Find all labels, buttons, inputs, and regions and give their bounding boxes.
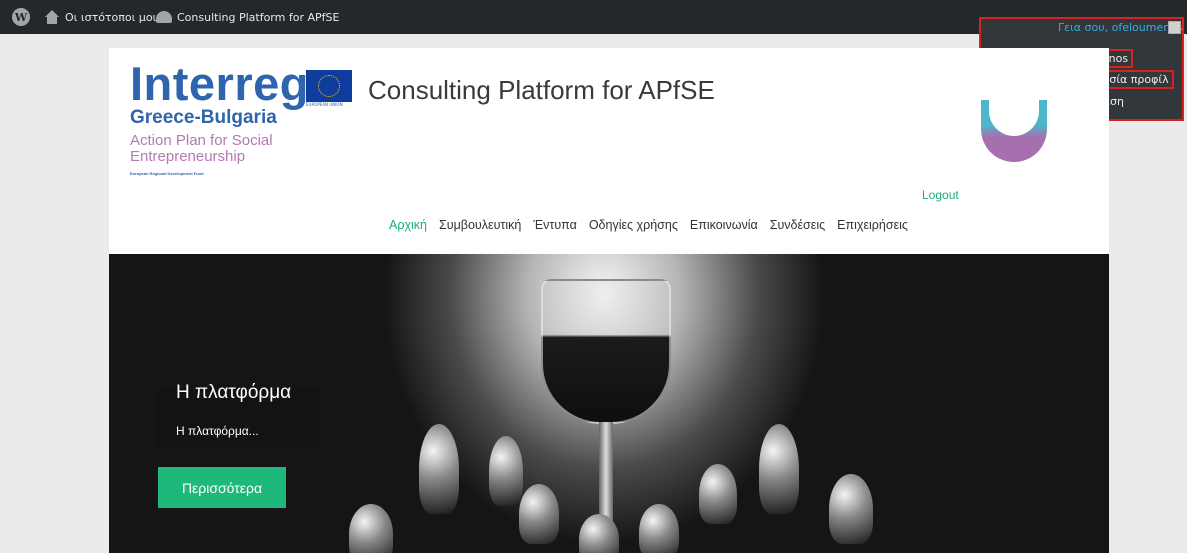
wordpress-logo-icon: W <box>12 8 30 26</box>
nav-item-forms[interactable]: Έντυπα <box>533 218 577 232</box>
site-name-label: Consulting Platform for APfSE <box>177 10 340 24</box>
chess-piece <box>489 436 523 506</box>
nav-item-consulting[interactable]: Συμβουλευτική <box>439 218 521 232</box>
interreg-logo-text: Interreg <box>130 57 309 110</box>
nav-item-instructions[interactable]: Οδηγίες χρήσης <box>589 218 678 232</box>
chess-piece <box>699 464 737 524</box>
my-sites-icon <box>44 10 60 24</box>
interreg-logo[interactable]: Interreg <box>130 56 309 111</box>
dashboard-icon <box>156 11 172 23</box>
main-navigation: Αρχική Συμβουλευτική Έντυπα Οδηγίες χρήσ… <box>389 218 908 232</box>
user-avatar-small-icon[interactable] <box>1168 21 1181 34</box>
site-container: Interreg EUROPEAN UNION Greece-Bulgaria … <box>109 48 1109 553</box>
hero-subtitle: Η πλατφόρμα... <box>176 424 259 438</box>
chess-piece <box>639 504 679 553</box>
hero-title: Η πλατφόρμα <box>176 382 292 403</box>
nav-item-home[interactable]: Αρχική <box>389 218 427 232</box>
howdy-user-link[interactable]: Γεια σου, ofeloumenos <box>1058 21 1183 34</box>
more-button[interactable]: Περισσότερα <box>158 467 286 508</box>
hero-slider: Η πλατφόρμα Η πλατφόρμα... Περισσότερα <box>109 254 1109 553</box>
eu-label: EUROPEAN UNION <box>306 102 343 107</box>
eu-flag-icon <box>306 70 352 102</box>
logo-subtitle: Action Plan for Social Entrepreneurship <box>130 132 273 165</box>
site-name-menu[interactable]: Consulting Platform for APfSE <box>156 0 339 34</box>
chess-piece <box>349 504 393 553</box>
my-sites-menu[interactable]: Οι ιστότοποι μου <box>44 0 159 34</box>
chess-piece <box>829 474 873 544</box>
partner-logo-icon <box>981 100 1047 162</box>
nav-item-contact[interactable]: Επικοινωνία <box>690 218 758 232</box>
logo-region: Greece-Bulgaria <box>130 107 277 128</box>
my-sites-label: Οι ιστότοποι μου <box>65 10 159 24</box>
site-title[interactable]: Consulting Platform for APfSE <box>368 75 715 106</box>
logo-fund: European Regional Development Fund <box>130 171 204 176</box>
nav-item-links[interactable]: Συνδέσεις <box>770 218 825 232</box>
wordpress-menu[interactable]: W <box>12 0 30 34</box>
chess-piece <box>759 424 799 514</box>
hero-image-glass <box>541 279 671 424</box>
chess-piece <box>519 484 559 544</box>
nav-item-businesses[interactable]: Επιχειρήσεις <box>837 218 908 232</box>
chess-piece <box>419 424 459 514</box>
chess-piece <box>579 514 619 553</box>
logout-nav-link[interactable]: Logout <box>922 188 959 202</box>
